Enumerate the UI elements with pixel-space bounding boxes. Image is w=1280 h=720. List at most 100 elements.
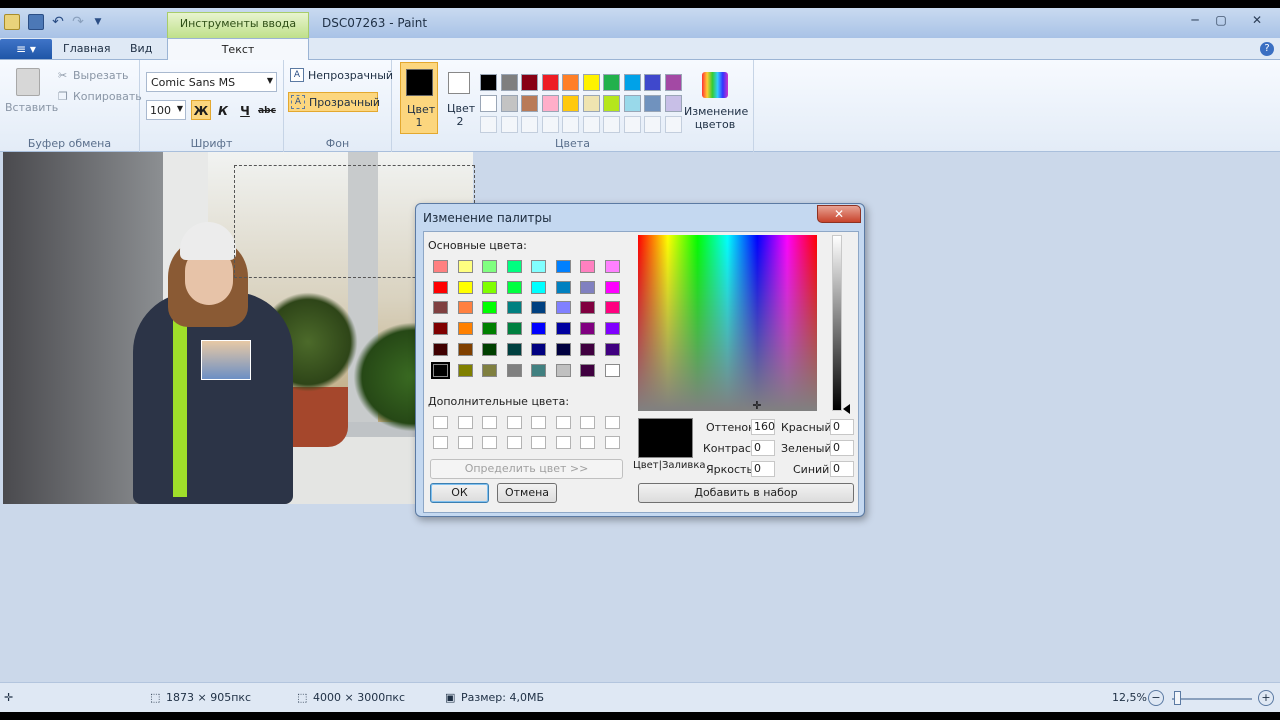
- palette-swatch[interactable]: [603, 95, 620, 112]
- luminance-arrow-icon[interactable]: [843, 404, 850, 414]
- palette-swatch[interactable]: [623, 95, 641, 112]
- basic-color-swatch[interactable]: [482, 260, 497, 273]
- palette-swatch[interactable]: [644, 74, 661, 91]
- blue-input[interactable]: 0: [830, 461, 854, 477]
- saturation-input[interactable]: 0: [751, 440, 775, 456]
- palette-empty-swatch[interactable]: [603, 116, 620, 133]
- maximize-button[interactable]: ▢: [1206, 11, 1236, 29]
- transparent-button[interactable]: A Прозрачный: [288, 92, 380, 112]
- palette-swatch[interactable]: [541, 74, 559, 91]
- tab-home[interactable]: Главная: [63, 42, 111, 55]
- basic-color-swatch[interactable]: [482, 301, 497, 315]
- palette-empty-swatch[interactable]: [664, 116, 682, 133]
- cut-button[interactable]: Вырезать: [73, 69, 128, 82]
- custom-color-swatch[interactable]: [531, 436, 546, 449]
- basic-color-swatch[interactable]: [506, 363, 522, 377]
- custom-color-swatch[interactable]: [555, 416, 571, 429]
- basic-color-swatch[interactable]: [580, 280, 595, 294]
- italic-button[interactable]: К: [213, 100, 233, 120]
- palette-swatch[interactable]: [500, 74, 518, 91]
- basic-color-swatch[interactable]: [604, 363, 620, 377]
- basic-color-swatch[interactable]: [433, 280, 448, 294]
- basic-color-swatch[interactable]: [457, 301, 473, 315]
- custom-color-swatch[interactable]: [433, 436, 448, 449]
- palette-swatch[interactable]: [582, 95, 600, 112]
- basic-color-swatch[interactable]: [580, 342, 595, 356]
- basic-color-swatch[interactable]: [457, 322, 473, 336]
- basic-color-swatch[interactable]: [457, 342, 473, 356]
- zoom-out-button[interactable]: −: [1148, 690, 1164, 706]
- basic-color-swatch[interactable]: [555, 280, 571, 294]
- luminance-input[interactable]: 0: [751, 461, 775, 477]
- basic-color-swatch[interactable]: [531, 301, 546, 315]
- hue-input[interactable]: 160: [751, 419, 775, 435]
- palette-swatch[interactable]: [562, 74, 579, 91]
- palette-empty-swatch[interactable]: [562, 116, 579, 133]
- basic-color-swatch[interactable]: [555, 260, 571, 273]
- basic-color-swatch[interactable]: [555, 342, 571, 356]
- cancel-button[interactable]: Отмена: [497, 483, 557, 503]
- zoom-slider[interactable]: [1172, 698, 1252, 700]
- basic-color-swatch[interactable]: [433, 301, 448, 315]
- undo-icon[interactable]: ↶: [50, 14, 66, 30]
- basic-color-swatch[interactable]: [482, 322, 497, 336]
- spectrum-crosshair-icon[interactable]: ✛: [751, 400, 763, 412]
- basic-color-swatch[interactable]: [580, 301, 595, 315]
- define-custom-color-button[interactable]: Определить цвет >>: [430, 459, 623, 479]
- custom-color-swatch[interactable]: [506, 436, 522, 449]
- custom-color-swatch[interactable]: [433, 416, 448, 429]
- opaque-button[interactable]: Непрозрачный: [308, 69, 393, 82]
- color1-button[interactable]: Цвет 1: [400, 62, 438, 134]
- basic-color-swatch[interactable]: [604, 280, 620, 294]
- palette-swatch[interactable]: [562, 95, 579, 112]
- custom-color-swatch[interactable]: [580, 436, 595, 449]
- basic-color-swatch[interactable]: [604, 342, 620, 356]
- edit-colors-button[interactable]: Изменение цветов: [684, 105, 748, 131]
- custom-color-swatch[interactable]: [482, 416, 497, 429]
- basic-color-swatch[interactable]: [482, 280, 497, 294]
- basic-color-swatch[interactable]: [506, 260, 522, 273]
- basic-color-swatch[interactable]: [482, 342, 497, 356]
- tab-view[interactable]: Вид: [130, 42, 152, 55]
- basic-color-swatch[interactable]: [433, 342, 448, 356]
- basic-color-swatch[interactable]: [555, 322, 571, 336]
- help-icon[interactable]: ?: [1260, 42, 1274, 56]
- basic-color-swatch[interactable]: [431, 361, 450, 379]
- customize-quick-access-icon[interactable]: ▼: [90, 14, 106, 30]
- basic-color-swatch[interactable]: [506, 342, 522, 356]
- palette-empty-swatch[interactable]: [480, 116, 497, 133]
- basic-color-swatch[interactable]: [580, 322, 595, 336]
- palette-empty-swatch[interactable]: [521, 116, 538, 133]
- palette-swatch[interactable]: [521, 74, 538, 91]
- palette-empty-swatch[interactable]: [541, 116, 559, 133]
- palette-swatch[interactable]: [480, 74, 497, 91]
- tab-text[interactable]: Текст: [167, 38, 309, 61]
- basic-color-swatch[interactable]: [531, 260, 546, 273]
- basic-color-swatch[interactable]: [457, 280, 473, 294]
- basic-color-swatch[interactable]: [604, 260, 620, 273]
- palette-swatch[interactable]: [664, 95, 682, 112]
- zoom-slider-thumb[interactable]: [1174, 691, 1181, 705]
- basic-color-swatch[interactable]: [604, 322, 620, 336]
- redo-icon[interactable]: ↷: [70, 14, 86, 30]
- palette-swatch[interactable]: [541, 95, 559, 112]
- palette-empty-swatch[interactable]: [500, 116, 518, 133]
- palette-swatch[interactable]: [603, 74, 620, 91]
- zoom-in-button[interactable]: +: [1258, 690, 1274, 706]
- palette-swatch[interactable]: [582, 74, 600, 91]
- custom-color-swatch[interactable]: [604, 416, 620, 429]
- add-to-custom-colors-button[interactable]: Добавить в набор: [638, 483, 854, 503]
- custom-color-swatch[interactable]: [506, 416, 522, 429]
- save-icon[interactable]: [28, 14, 44, 30]
- basic-color-swatch[interactable]: [506, 322, 522, 336]
- underline-button[interactable]: Ч: [235, 100, 255, 120]
- palette-swatch[interactable]: [623, 74, 641, 91]
- paint-app-icon[interactable]: [4, 14, 20, 30]
- palette-empty-swatch[interactable]: [582, 116, 600, 133]
- font-family-select[interactable]: Comic Sans MS ▼: [146, 72, 277, 92]
- custom-color-swatch[interactable]: [555, 436, 571, 449]
- dialog-close-button[interactable]: ✕: [817, 205, 861, 223]
- basic-color-swatch[interactable]: [555, 301, 571, 315]
- luminance-bar[interactable]: [832, 235, 842, 411]
- basic-color-swatch[interactable]: [457, 260, 473, 273]
